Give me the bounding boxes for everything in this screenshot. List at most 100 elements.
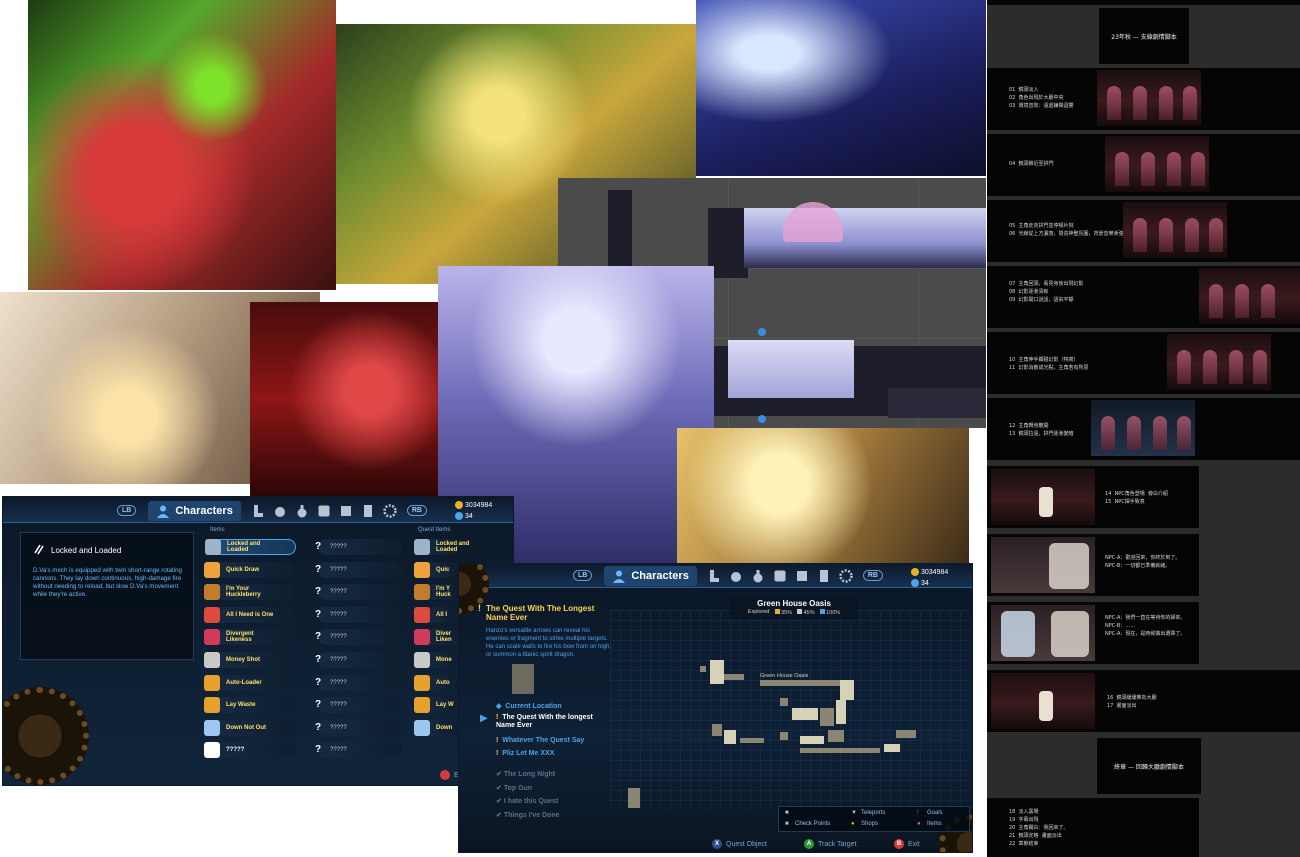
storyboard-thumbnail: [1097, 70, 1201, 126]
gem-counter: 34: [455, 512, 473, 522]
locked-item-slot[interactable]: ??????: [315, 561, 402, 578]
item-label: ?????: [330, 747, 347, 754]
quest-object-action[interactable]: X Quest Object: [712, 839, 767, 849]
item-label: ?????: [330, 566, 347, 573]
detail-description: D.Va's mech is equipped with twin short-…: [33, 567, 182, 598]
locked-item-slot[interactable]: ??????: [315, 674, 402, 691]
medal-icon[interactable]: [273, 504, 287, 518]
item-label: ?????: [330, 702, 347, 709]
locked-item-slot[interactable]: ??????: [315, 697, 402, 714]
item-label: ?????: [226, 747, 245, 754]
quest-item-slot[interactable]: Quic: [414, 561, 458, 578]
locked-item-slot[interactable]: ??????: [315, 539, 402, 555]
tab-characters[interactable]: Characters: [604, 565, 697, 586]
quest-item-slot[interactable]: I'm Y Huck: [414, 584, 458, 601]
item-icon: [414, 674, 430, 691]
book-icon[interactable]: [795, 569, 809, 583]
locked-item-slot[interactable]: ??????: [315, 652, 402, 668]
question-mark-icon: ?: [314, 676, 322, 688]
item-slot[interactable]: Down Not Out: [204, 719, 296, 736]
storyboard-thumbnail: [1199, 268, 1300, 324]
item-label: Quick Draw: [226, 566, 260, 573]
exit-action[interactable]: B Exit: [894, 839, 920, 849]
quest-entry[interactable]: ! Whatever The Quest Say: [496, 737, 584, 745]
medal-icon[interactable]: [729, 569, 743, 583]
item-label: ?????: [330, 657, 347, 663]
rb-button[interactable]: RB: [406, 505, 427, 516]
item-slot[interactable]: Divergent Likeness: [204, 629, 296, 646]
completed-quest-entry[interactable]: ✔ The Long Night: [496, 770, 555, 778]
gear-icon[interactable]: [839, 568, 853, 583]
item-slot[interactable]: Money Shot: [204, 652, 296, 668]
boot-icon[interactable]: [251, 504, 265, 518]
item-slot[interactable]: I'm Your Huckleberry: [204, 584, 296, 601]
item-slot[interactable]: ?????: [204, 742, 296, 759]
legend-teleport-icon: ▼: [851, 810, 857, 816]
document-icon[interactable]: [361, 504, 375, 518]
locked-item-slot[interactable]: ??????: [315, 584, 402, 601]
storyboard-thumbnail: [991, 605, 1095, 661]
item-label: Lay W: [436, 702, 454, 709]
scene-preview-ruins: [728, 340, 854, 398]
locked-item-slot[interactable]: ??????: [315, 629, 402, 646]
item-icon: [414, 606, 430, 623]
item-label: All I: [436, 611, 448, 618]
completed-quest-entry[interactable]: ✔ Things I've Done: [496, 811, 560, 819]
locked-item-slot[interactable]: ??????: [315, 606, 402, 623]
question-mark-icon: ?: [314, 654, 322, 665]
anchor-handle[interactable]: [758, 415, 766, 423]
locked-item-slot[interactable]: ??????: [315, 719, 402, 736]
tab-characters[interactable]: Characters: [148, 500, 241, 521]
quest-item-slot[interactable]: Mone: [414, 652, 458, 668]
quest-item-slot[interactable]: Locked and Loaded: [414, 539, 469, 555]
lb-button[interactable]: LB: [573, 570, 593, 581]
quest-item-slot[interactable]: All I: [414, 606, 458, 623]
exit-hint[interactable]: E: [440, 770, 459, 780]
x-button-icon: X: [712, 839, 722, 849]
storyboard-thumbnail: [991, 673, 1095, 729]
rb-button[interactable]: RB: [862, 570, 883, 581]
item-label: Auto: [436, 679, 450, 686]
storyboard-thumbnail: [1123, 202, 1227, 258]
quest-item-slot[interactable]: Diver Liken: [414, 629, 458, 646]
item-label: Locked and Loaded: [436, 541, 470, 553]
locked-item-slot[interactable]: ??????: [315, 742, 402, 759]
dice-icon[interactable]: [773, 569, 787, 583]
completed-quest-entry[interactable]: ✔ Top Gun: [496, 784, 532, 792]
book-icon[interactable]: [339, 504, 353, 518]
quest-entry[interactable]: ! The Quest With the longest Name Ever: [496, 714, 593, 730]
lb-button[interactable]: LB: [117, 505, 137, 516]
quest-title: The Quest With The Longest Name Ever: [486, 604, 595, 622]
storyboard-row: 05 主角走向拱門並停頓片刻 06 光線從上方灑落，營造神聖氛圍，背景音樂漸強: [987, 200, 1300, 262]
question-mark-icon: ?: [314, 586, 322, 598]
item-label: ?????: [330, 544, 347, 550]
item-label: Down: [436, 724, 453, 731]
gear-icon[interactable]: [383, 503, 397, 518]
dice-icon[interactable]: [317, 504, 331, 518]
storyboard-row: NPC-A：歡迎回來，你終於到了。 NPC-B：一切都已準備就緒。: [987, 534, 1300, 596]
item-slot[interactable]: Quick Draw: [204, 561, 296, 578]
item-slot[interactable]: Auto-Loader: [204, 674, 296, 691]
item-slot[interactable]: Lay Waste: [204, 697, 296, 714]
quest-item-slot[interactable]: Auto: [414, 674, 458, 691]
track-target-action[interactable]: A Track Target: [804, 839, 857, 849]
item-label: Lay Waste: [226, 702, 256, 709]
item-slot[interactable]: Locked and Loaded: [205, 539, 296, 555]
document-icon[interactable]: [817, 569, 831, 583]
item-icon: [204, 584, 220, 601]
quest-entry[interactable]: ! Pliz Let Me XXX: [496, 750, 554, 758]
item-label: Mone: [436, 657, 452, 663]
current-location[interactable]: ◆ Current Location: [496, 702, 562, 710]
item-slot[interactable]: All I Need is One: [204, 606, 296, 623]
artwork-red-forest: [250, 302, 468, 498]
boot-icon[interactable]: [707, 569, 721, 583]
legend-goals: Goals: [927, 810, 943, 816]
quest-item-slot[interactable]: Lay W: [414, 697, 458, 714]
potion-icon[interactable]: [295, 504, 309, 518]
potion-icon[interactable]: [751, 569, 765, 583]
completed-quest-entry[interactable]: ✔ I hate this Quest: [496, 797, 558, 805]
anchor-handle[interactable]: [758, 328, 766, 336]
storyboard-row: 12 主角轉身離開 13 鏡頭拉遠，拱門逐漸變暗: [987, 398, 1300, 460]
quest-item-slot[interactable]: Down: [414, 719, 458, 736]
legend-checkpoint-icon: ■: [785, 810, 789, 816]
